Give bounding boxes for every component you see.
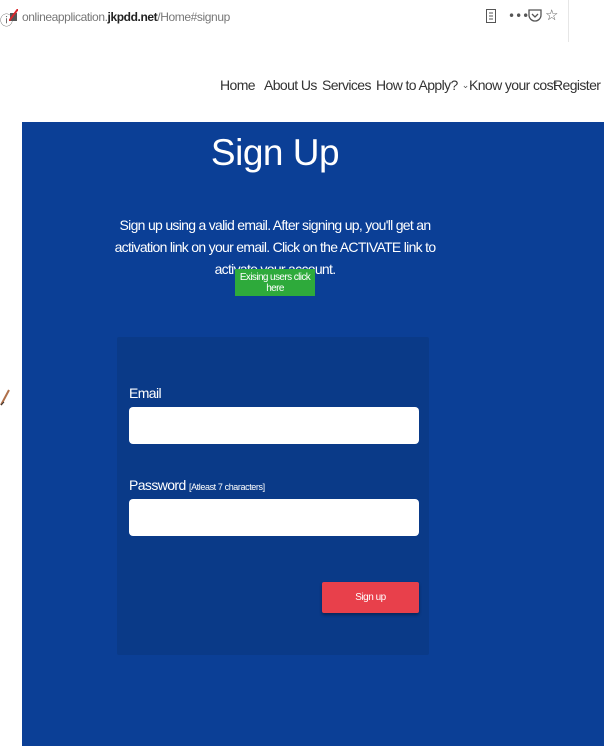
nav-know-your-cost[interactable]: Know your cost <box>469 77 557 93</box>
chevron-down-icon: ⌄ <box>461 80 470 90</box>
signup-section: Sign Up Sign up using a valid email. Aft… <box>22 122 604 746</box>
nav-about-us[interactable]: About Us <box>264 77 317 93</box>
nav-register[interactable]: Register⌄ <box>553 77 604 93</box>
browser-url-bar: ⓘ onlineapplication.jkpdd.net/Home#signu… <box>0 0 604 43</box>
site-navigation: Home About Us Services How to Apply? ⌄ Kn… <box>0 42 604 122</box>
nav-home[interactable]: Home <box>220 77 256 93</box>
signup-form: Email Password [Atleast 7 characters] Si… <box>117 337 429 655</box>
reader-view-icon[interactable] <box>486 9 496 23</box>
nav-how-to-apply[interactable]: How to Apply? ⌄ <box>376 77 469 93</box>
address-field[interactable]: onlineapplication.jkpdd.net/Home#signup <box>22 10 230 24</box>
more-actions-icon[interactable]: ••• <box>508 9 529 23</box>
page-title: Sign Up <box>210 132 340 173</box>
bookmark-star-icon[interactable]: ☆ <box>545 6 558 24</box>
existing-users-button[interactable]: Exising users click here <box>235 269 315 296</box>
email-field[interactable] <box>129 407 419 444</box>
insecure-lock-icon[interactable] <box>9 9 18 21</box>
pocket-icon[interactable] <box>528 8 542 22</box>
password-label: Password [Atleast 7 characters] <box>129 477 265 493</box>
pencil-icon <box>0 389 10 406</box>
nav-services[interactable]: Services <box>322 77 371 93</box>
signup-button[interactable]: Sign up <box>322 582 419 613</box>
email-label: Email <box>129 385 162 401</box>
password-field[interactable] <box>129 499 419 536</box>
password-hint: [Atleast 7 characters] <box>188 482 265 492</box>
toolbar-divider <box>568 0 569 42</box>
